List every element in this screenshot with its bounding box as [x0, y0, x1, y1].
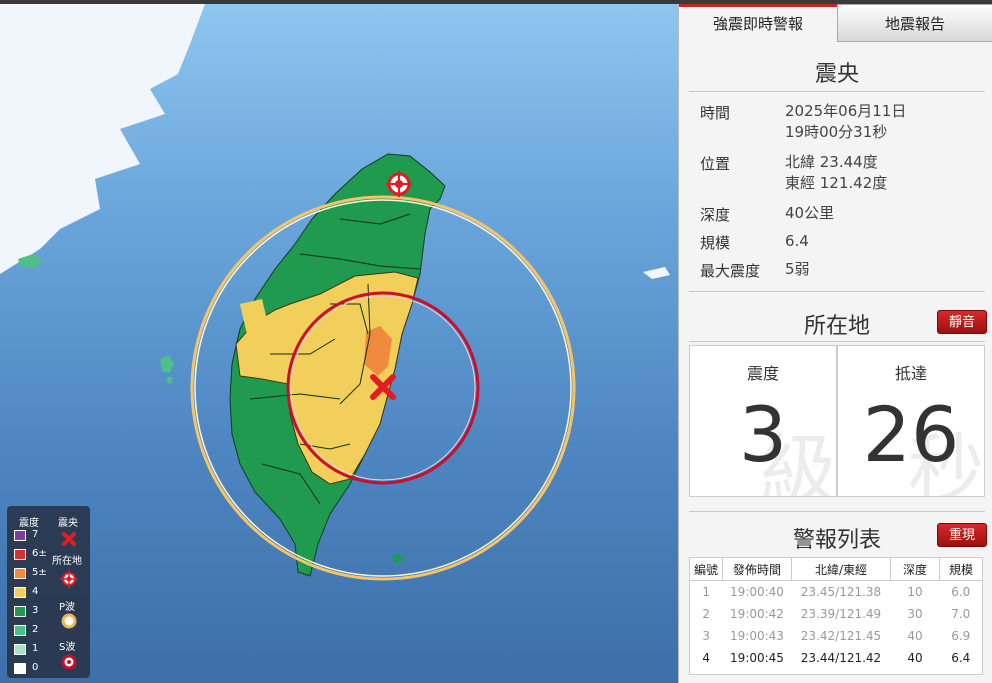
col-time: 發佈時間 [722, 558, 792, 581]
legend-level-2: 2 [32, 624, 39, 635]
legend-intensity-title: 震度 [19, 518, 39, 529]
depth-label: 深度 [700, 206, 731, 224]
legend-s-wave-icon [61, 654, 77, 670]
table-row[interactable]: 4 19:00:45 23.44/121.42 40 6.4 [690, 647, 982, 669]
magnitude-value: 6.4 [785, 232, 809, 250]
legend-s-wave-title: S波 [59, 642, 76, 653]
arrival-box: 秒 抵達 26 [837, 345, 985, 497]
cell-coords: 23.39/121.49 [800, 607, 882, 621]
divider [689, 341, 985, 342]
replay-button[interactable]: 重現 [937, 523, 987, 547]
legend-level-3: 3 [32, 605, 39, 616]
arrival-label: 抵達 [894, 364, 927, 383]
cell-depth: 40 [907, 629, 923, 643]
cell-number: 2 [702, 607, 711, 621]
legend-swatch-2 [14, 625, 26, 636]
legend-swatch-7 [14, 530, 26, 541]
legend-swatch-6 [14, 549, 26, 560]
cell-coords: 23.45/121.38 [800, 585, 882, 599]
legend-p-wave-icon [61, 613, 77, 629]
cell-magnitude: 6.9 [951, 629, 971, 643]
cell-coords: 23.42/121.45 [800, 629, 882, 643]
location-label: 位置 [700, 155, 731, 173]
time-label: 時間 [700, 104, 731, 122]
info-panel: 強震即時警報 地震報告 震央 時間 2025年06月11日 19時00分31秒 … [678, 4, 992, 683]
legend-swatch-5 [14, 568, 26, 579]
cell-time: 19:00:45 [730, 651, 784, 665]
time-clock: 19時00分31秒 [785, 123, 888, 141]
divider [689, 511, 985, 512]
legend-level-7: 7 [32, 529, 39, 540]
local-intensity-value: 3 [738, 390, 788, 479]
earthquake-map[interactable]: 震度 震央 7 6± 5± 4 3 2 1 0 所在地 P波 S波 [0, 4, 678, 683]
cell-magnitude: 6.4 [951, 651, 971, 665]
cell-coords: 23.44/121.42 [800, 651, 882, 665]
legend-epicenter-icon [62, 532, 76, 546]
cell-number: 1 [702, 585, 711, 599]
local-intensity-label: 震度 [746, 364, 779, 383]
local-intensity-box: 級 震度 3 [689, 345, 837, 497]
latitude: 北緯 23.44度 [785, 153, 878, 171]
depth-value: 40公里 [785, 204, 835, 222]
map-canvas [0, 4, 670, 581]
legend-location-title: 所在地 [52, 556, 82, 567]
legend-level-0: 0 [32, 662, 39, 673]
longitude: 東經 121.42度 [785, 174, 888, 192]
table-header-row: 編號 發佈時間 北緯/東經 深度 規模 [690, 558, 982, 581]
divider [689, 291, 985, 292]
col-magnitude: 規模 [939, 558, 982, 581]
cell-magnitude: 7.0 [951, 607, 971, 621]
table-row[interactable]: 3 19:00:43 23.42/121.45 40 6.9 [690, 625, 982, 647]
legend-level-5: 5± [32, 567, 47, 578]
tab-strong-motion-alert[interactable]: 強震即時警報 [679, 4, 837, 42]
table-row[interactable]: 1 19:00:40 23.45/121.38 10 6.0 [690, 581, 982, 604]
legend-p-wave-title: P波 [59, 602, 76, 613]
epicenter-title: 震央 [814, 62, 859, 87]
legend-swatch-0 [14, 663, 26, 674]
max-intensity-label: 最大震度 [700, 262, 761, 280]
alert-table: 編號 發佈時間 北緯/東經 深度 規模 1 19:00:40 23.45/121… [689, 557, 983, 675]
legend-swatch-3 [14, 606, 26, 617]
legend-level-6: 6± [32, 548, 47, 559]
cell-time: 19:00:42 [730, 607, 784, 621]
time-date: 2025年06月11日 [785, 102, 907, 120]
penghu-islands [160, 355, 174, 384]
table-row[interactable]: 2 19:00:42 23.39/121.49 30 7.0 [690, 603, 982, 625]
arrival-seconds: 26 [862, 390, 960, 479]
legend-swatch-4 [14, 587, 26, 598]
cell-number: 3 [702, 629, 711, 643]
legend-level-1: 1 [32, 643, 39, 654]
mute-button[interactable]: 靜音 [937, 310, 987, 334]
legend-level-4: 4 [32, 586, 39, 597]
divider [689, 91, 985, 92]
cell-number: 4 [702, 651, 711, 665]
mainland-coast [0, 4, 205, 274]
max-intensity-value: 5弱 [785, 260, 810, 278]
cell-magnitude: 6.0 [951, 585, 971, 599]
legend-swatch-1 [14, 644, 26, 655]
col-depth: 深度 [890, 558, 940, 581]
map-legend: 震度 震央 7 6± 5± 4 3 2 1 0 所在地 P波 S波 [7, 506, 90, 678]
green-island [392, 554, 404, 564]
cell-time: 19:00:43 [730, 629, 784, 643]
panel-tabs: 強震即時警報 地震報告 [679, 4, 992, 42]
legend-location-icon [60, 570, 78, 588]
col-coords: 北緯/東經 [791, 558, 891, 581]
cell-depth: 40 [907, 651, 923, 665]
legend-epicenter-title: 震央 [58, 518, 78, 529]
time-value: 2025年06月11日 19時00分31秒 [785, 101, 906, 143]
tab-earthquake-report[interactable]: 地震報告 [837, 4, 992, 42]
location-value: 北緯 23.44度 東經 121.42度 [785, 152, 887, 194]
magnitude-label: 規模 [700, 234, 731, 252]
cell-depth: 10 [907, 585, 923, 599]
cell-time: 19:00:40 [730, 585, 784, 599]
col-number: 編號 [690, 558, 723, 581]
east-islet [643, 267, 670, 279]
cell-depth: 30 [907, 607, 923, 621]
